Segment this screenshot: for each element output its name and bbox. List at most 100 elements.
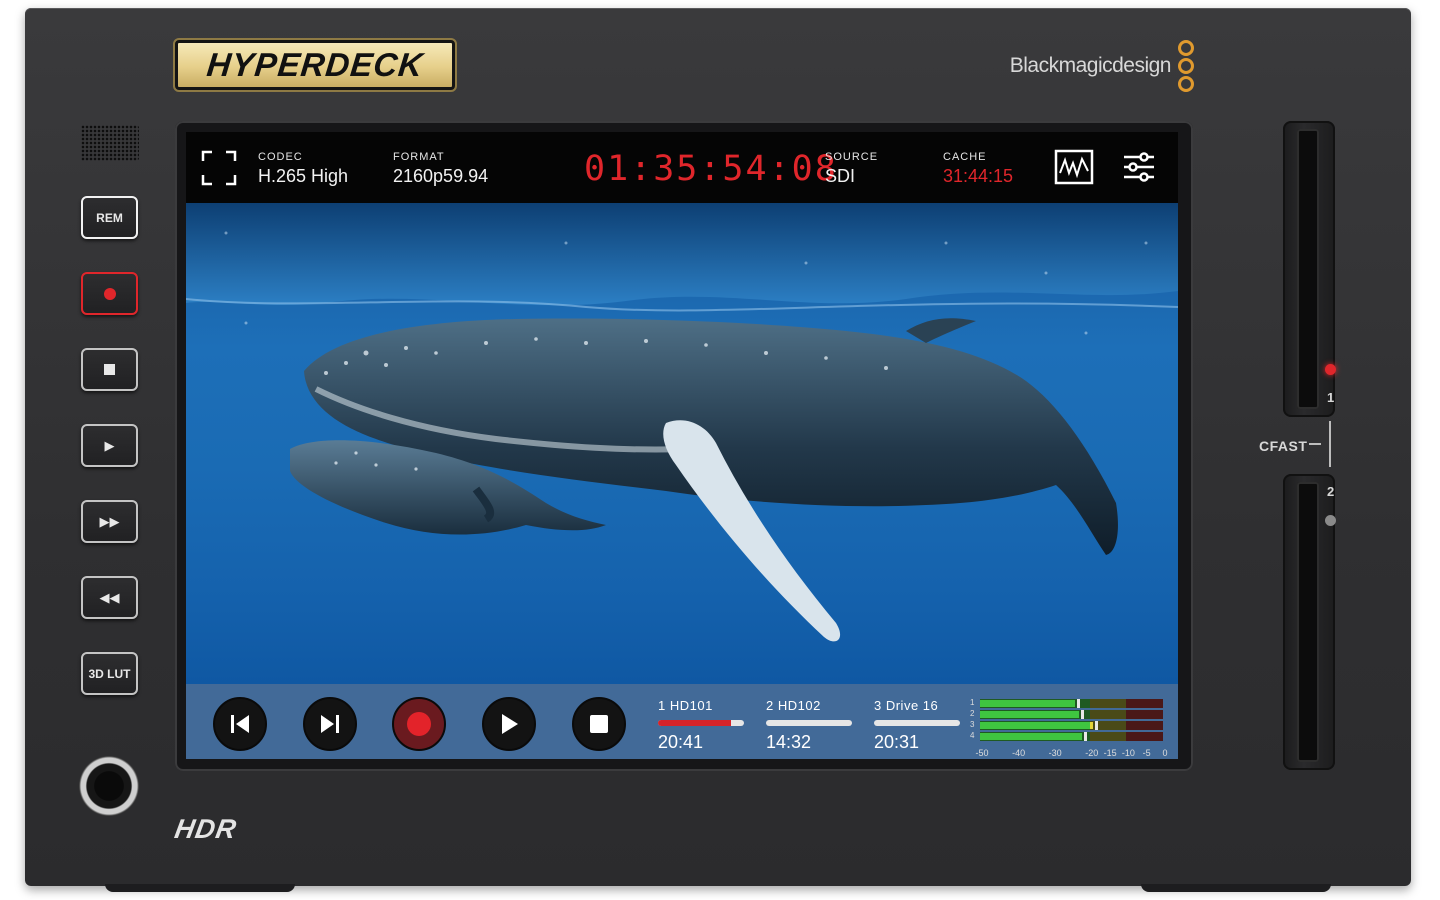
headphone-jack	[79, 756, 139, 816]
slot-1-name: 1 HD101	[658, 698, 713, 713]
meter-peak	[1095, 721, 1099, 730]
audio-meters[interactable]: 1 2 3 4 -50 -40 -30 -20 -15 -10 -5 0	[970, 698, 1168, 758]
format-value: 2160p59.94	[393, 166, 489, 186]
record-button[interactable]	[81, 272, 138, 315]
codec-field[interactable]: CODEC H.265 High	[258, 151, 348, 187]
record-icon	[103, 287, 116, 300]
cache-field[interactable]: CACHE 31:44:15	[943, 151, 1013, 187]
media-slot-3[interactable]: 3 Drive 16 20:31	[874, 698, 960, 753]
audio-meter-2	[980, 710, 1163, 719]
meter-scale-tick: -10	[1121, 748, 1135, 758]
cfast-slot-1-number: 1	[1327, 390, 1335, 405]
device-foot-right	[1141, 884, 1331, 892]
meter-level	[980, 733, 1083, 740]
settings-sliders-icon[interactable]	[1122, 149, 1156, 185]
meter-peak	[1080, 710, 1084, 719]
rewind-button[interactable]: ◀◀	[81, 576, 138, 619]
stop-icon	[104, 364, 115, 375]
slot-2-name: 2 HD102	[766, 698, 821, 713]
video-preview	[186, 203, 1178, 684]
slot-3-time: 20:31	[874, 732, 920, 752]
meter-zone	[1126, 732, 1163, 741]
media-slot-1[interactable]: 1 HD101 20:41	[658, 698, 744, 753]
source-value: SDI	[825, 166, 856, 186]
meter-channel-1-label: 1	[970, 698, 975, 707]
play-button-screen[interactable]	[482, 697, 536, 751]
slot-3-progress	[874, 720, 960, 726]
play-icon	[502, 714, 518, 734]
cfast-slot-2-number: 2	[1327, 484, 1335, 499]
meter-channel-3-label: 3	[970, 720, 975, 729]
meter-peak	[1084, 732, 1088, 741]
audio-meter-1	[980, 699, 1163, 708]
meter-peak	[1077, 699, 1081, 708]
stop-button-screen[interactable]	[572, 697, 626, 751]
transport-bar: 1 HD101 20:41 2 HD102 14:32 3 Drive 16 2…	[186, 684, 1178, 759]
skip-forward-icon	[321, 715, 339, 733]
meter-scale-tick: -50	[975, 748, 989, 758]
meter-level	[980, 700, 1076, 707]
slot-1-progress	[658, 720, 744, 726]
skip-forward-button[interactable]	[303, 697, 357, 751]
meter-scale-tick: -30	[1048, 748, 1062, 758]
meter-zone	[1089, 710, 1127, 719]
source-field[interactable]: SOURCE SDI	[825, 151, 878, 187]
skip-back-icon	[231, 715, 249, 733]
play-icon: ▶	[104, 438, 115, 453]
codec-value: H.265 High	[258, 166, 349, 186]
lcd-bezel: CODEC H.265 High FORMAT 2160p59.94 01:35…	[175, 121, 1193, 771]
fast-forward-button[interactable]: ▶▶	[81, 500, 138, 543]
record-icon	[407, 712, 431, 736]
meter-scale-tick: 0	[1162, 748, 1168, 758]
scope-icon[interactable]	[1054, 149, 1094, 185]
rem-button-label: REM	[96, 210, 123, 225]
meter-channel-4-label: 4	[970, 731, 975, 740]
lcd-screen: CODEC H.265 High FORMAT 2160p59.94 01:35…	[186, 132, 1178, 759]
meter-zone	[1126, 721, 1163, 730]
skip-back-button[interactable]	[213, 697, 267, 751]
cfast-bracket-tick	[1309, 443, 1321, 445]
cfast-label: CFAST	[1259, 438, 1308, 454]
fullscreen-icon[interactable]	[200, 149, 238, 187]
device-foot-left	[105, 884, 295, 892]
cache-value: 31:44:15	[943, 166, 1014, 186]
cfast-slot-2-led	[1325, 515, 1336, 526]
format-label: FORMAT	[393, 151, 445, 163]
rewind-icon: ◀◀	[99, 590, 120, 605]
slot-1-time: 20:41	[658, 732, 704, 752]
audio-meter-4	[980, 732, 1163, 741]
hdr-logo: HDR	[172, 814, 240, 844]
audio-meter-3	[980, 721, 1163, 730]
screen-topbar: CODEC H.265 High FORMAT 2160p59.94 01:35…	[186, 132, 1178, 203]
slot-2-progress	[766, 720, 852, 726]
media-slot-2[interactable]: 2 HD102 14:32	[766, 698, 852, 753]
meter-scale-tick: -40	[1012, 748, 1026, 758]
meter-scale-tick: -20	[1085, 748, 1099, 758]
meter-scale-tick: -15	[1103, 748, 1117, 758]
speaker-grille	[81, 125, 139, 161]
meter-level	[980, 722, 1090, 729]
format-field[interactable]: FORMAT 2160p59.94	[393, 151, 488, 187]
slot-3-name: 3 Drive 16	[874, 698, 939, 713]
blackmagic-logo: Blackmagicdesign	[1009, 54, 1172, 77]
meter-zone	[1089, 732, 1127, 741]
timecode-display: 01:35:54:08	[584, 149, 838, 189]
stop-icon	[590, 715, 608, 733]
meter-channel-2-label: 2	[970, 709, 975, 718]
meter-zone	[1089, 699, 1127, 708]
cache-label: CACHE	[943, 151, 987, 163]
3d-lut-button-label: 3D LUT	[88, 666, 131, 681]
meter-zone	[1126, 710, 1163, 719]
cfast-slot-1-led	[1325, 364, 1336, 375]
fast-forward-icon: ▶▶	[99, 514, 120, 529]
record-button-screen[interactable]	[392, 697, 446, 751]
stop-button[interactable]	[81, 348, 138, 391]
play-button[interactable]: ▶	[81, 424, 138, 467]
slot-2-time: 14:32	[766, 732, 812, 752]
meter-level	[1089, 722, 1094, 729]
rem-button[interactable]: REM	[81, 196, 138, 239]
codec-label: CODEC	[258, 151, 303, 163]
3d-lut-button[interactable]: 3D LUT	[81, 652, 138, 695]
slot-1-progress-fill	[658, 720, 732, 726]
meter-scale: -50 -40 -30 -20 -15 -10 -5 0	[975, 748, 1168, 758]
